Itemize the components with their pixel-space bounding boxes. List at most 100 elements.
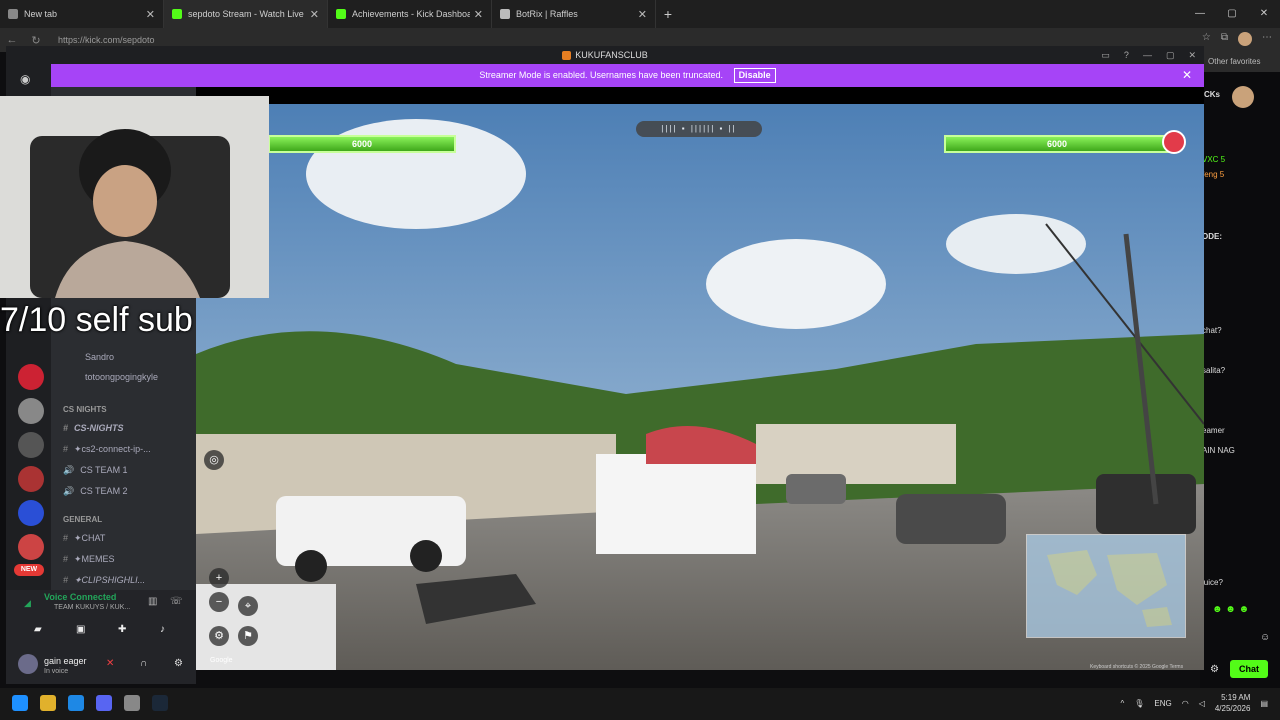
avatar[interactable] [18, 654, 38, 674]
close-window-icon[interactable]: ✕ [1248, 0, 1280, 28]
minimize-icon[interactable]: — [1184, 0, 1216, 28]
signal-icon: ◢ [24, 598, 31, 608]
channel-label: ✦CLIPSHIGHLI... [74, 575, 146, 585]
speaker-icon: 🔊 [63, 465, 75, 475]
page-icon [8, 9, 18, 19]
tab-title: New tab [24, 9, 58, 19]
voice-status[interactable]: Voice Connected [44, 592, 116, 602]
volume-icon[interactable]: ◁ [1199, 699, 1205, 708]
opponent-health-bar: 6000 [944, 135, 1170, 153]
botrix-icon [500, 9, 510, 19]
zoom-in-button[interactable]: + [209, 568, 229, 588]
channel-item[interactable]: # ✦CLIPSHIGHLI... [63, 575, 145, 586]
more-icon[interactable]: ⋯ [1262, 32, 1272, 46]
server-icon[interactable] [18, 364, 44, 390]
minimap[interactable] [1026, 534, 1186, 638]
windows-taskbar: ^ 🎙 ENG ◠ ◁ 5:19 AM 4/25/2026 ▤ [0, 688, 1280, 720]
tab-sepdoto-stream[interactable]: sepdoto Stream - Watch Live ✕ [164, 0, 328, 28]
server-icon[interactable] [18, 398, 44, 424]
discord-title-bar: KUKUFANSCLUB ▭ ? — ▢ ✕ [6, 46, 1204, 64]
refresh-icon[interactable]: ↻ [24, 34, 48, 47]
edge-icon[interactable] [68, 695, 84, 711]
server-icon[interactable] [18, 500, 44, 526]
inbox-icon[interactable]: ▭ [1101, 46, 1110, 64]
guess-pin-button[interactable] [1162, 130, 1186, 154]
microphone-icon[interactable]: 🎙 [1134, 699, 1144, 708]
star-icon[interactable]: ☆ [1202, 32, 1211, 46]
back-icon[interactable]: ← [0, 34, 24, 46]
close-icon[interactable]: ✕ [474, 8, 483, 21]
category-general[interactable]: GENERAL [63, 515, 102, 524]
steam-icon[interactable] [152, 695, 168, 711]
tab-new-tab[interactable]: New tab ✕ [0, 0, 164, 28]
settings-icon[interactable]: ⚙ [1210, 664, 1219, 675]
notification-icon[interactable]: ▤ [1260, 699, 1268, 708]
server-icon[interactable] [18, 432, 44, 458]
mute-icon[interactable]: ✕ [106, 658, 114, 669]
wifi-icon[interactable]: ◠ [1182, 699, 1189, 708]
chevron-up-icon[interactable]: ^ [1120, 699, 1124, 708]
user-name: Sandro [85, 352, 115, 362]
user-name[interactable]: gain eager [44, 656, 87, 666]
noise-icon[interactable]: ▥ [148, 596, 157, 607]
language-indicator[interactable]: ENG [1154, 699, 1171, 708]
discord-icon[interactable]: ◉ [20, 72, 30, 86]
voice-user[interactable]: totoongpogingkyle [85, 372, 158, 382]
disable-button[interactable]: Disable [733, 68, 776, 83]
reset-icon[interactable]: ◎ [204, 450, 224, 470]
settings-icon[interactable]: ⚙ [174, 658, 183, 669]
tab-title: BotRix | Raffles [516, 9, 578, 19]
camera-icon[interactable]: ▰ [34, 624, 42, 635]
obs-icon[interactable] [124, 695, 140, 711]
maximize-icon[interactable]: ▢ [1216, 0, 1248, 28]
voice-channel[interactable]: TEAM KUKUYS / KUK... [54, 604, 130, 611]
emote-icon[interactable]: ☻ ☻ ☻ [1212, 604, 1249, 615]
category-cs-nights[interactable]: CS NIGHTS [63, 405, 107, 414]
chat-send-button[interactable]: Chat [1230, 660, 1268, 678]
channel-item[interactable]: # ✦CHAT [63, 533, 105, 544]
voice-channel-item[interactable]: 🔊 CS TEAM 2 [63, 486, 128, 497]
clock[interactable]: 5:19 AM 4/25/2026 [1215, 692, 1251, 714]
new-tab-button[interactable]: + [656, 6, 680, 22]
settings-icon[interactable]: ⚙ [209, 626, 229, 646]
avatar[interactable] [1232, 86, 1254, 108]
tab-title: sepdoto Stream - Watch Live [188, 9, 304, 19]
disconnect-icon[interactable]: ☏ [170, 596, 183, 607]
other-favorites[interactable]: Other favorites [1200, 52, 1280, 72]
channel-item[interactable]: # ✦cs2-connect-ip-... [63, 444, 151, 455]
avatar[interactable] [1238, 32, 1252, 46]
screen-share-icon[interactable]: ▣ [76, 624, 85, 635]
close-icon[interactable]: ✕ [1182, 64, 1192, 87]
flag-icon[interactable]: ⚑ [238, 626, 258, 646]
maximize-icon[interactable]: ▢ [1166, 46, 1175, 64]
windows-start-icon[interactable] [12, 695, 28, 711]
discord-icon[interactable] [96, 695, 112, 711]
kick-icon [336, 9, 346, 19]
tab-botrix-raffles[interactable]: BotRix | Raffles ✕ [492, 0, 656, 28]
zoom-out-button[interactable]: − [209, 592, 229, 612]
headphones-icon[interactable]: ∩ [140, 658, 147, 669]
voice-channel-item[interactable]: 🔊 CS TEAM 1 [63, 465, 128, 476]
extensions-icon[interactable]: ⧉ [1221, 32, 1228, 46]
emoji-icon[interactable]: ☺ [1260, 632, 1270, 643]
activity-icon[interactable]: ✚ [118, 624, 126, 635]
close-icon[interactable]: ✕ [1188, 46, 1196, 64]
close-icon[interactable]: ✕ [146, 8, 155, 21]
server-icon[interactable] [18, 466, 44, 492]
minimize-icon[interactable]: — [1143, 46, 1152, 64]
tab-title: Achievements - Kick Dashboard [352, 9, 470, 19]
chat-line: VXC 5 [1202, 155, 1226, 164]
close-icon[interactable]: ✕ [638, 8, 647, 21]
voice-user[interactable]: Sandro [85, 352, 114, 362]
soundboard-icon[interactable]: ♪ [160, 624, 165, 635]
location-icon[interactable]: ⌖ [238, 596, 258, 616]
map-attribution: Keyboard shortcuts © 2025 Google Terms [1090, 664, 1184, 670]
server-icon[interactable] [18, 534, 44, 560]
streamer-cam [0, 96, 269, 298]
channel-item[interactable]: # ✦MEMES [63, 554, 115, 565]
close-icon[interactable]: ✕ [310, 8, 319, 21]
help-icon[interactable]: ? [1124, 46, 1129, 64]
channel-item[interactable]: # CS-NIGHTS [63, 423, 124, 433]
file-explorer-icon[interactable] [40, 695, 56, 711]
tab-achievements[interactable]: Achievements - Kick Dashboard ✕ [328, 0, 492, 28]
